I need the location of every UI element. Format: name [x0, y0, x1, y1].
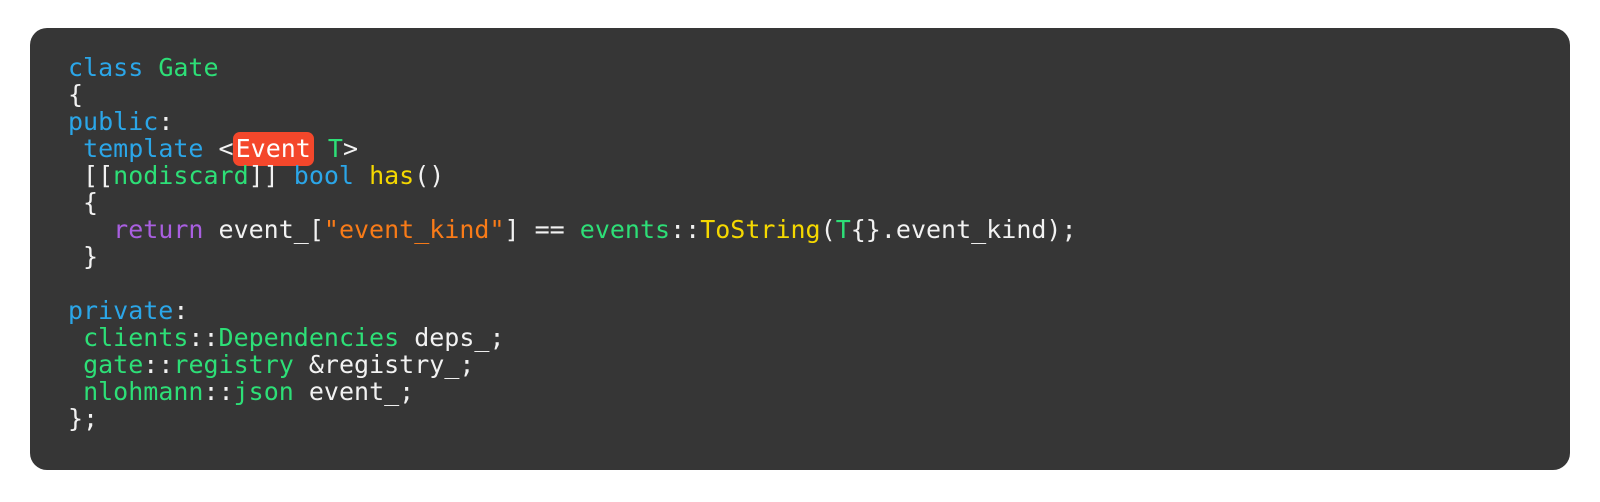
- code-token-keyword: template: [83, 134, 204, 163]
- code-line: {: [68, 81, 1560, 108]
- code-token-keyword: public: [68, 107, 159, 136]
- code-token-type: nlohmann: [83, 377, 204, 406]
- code-token-keyword: private: [68, 296, 174, 325]
- code-line: clients::Dependencies deps_;: [68, 324, 1560, 351]
- code-token-plain: <: [203, 134, 234, 163]
- code-content[interactable]: class Gate{public: template <Event T> [[…: [68, 54, 1560, 464]
- code-token-plain: {}.event_kind);: [850, 215, 1077, 244]
- code-block-card: class Gate{public: template <Event T> [[…: [30, 28, 1570, 470]
- code-token-plain: };: [68, 404, 99, 433]
- code-token-plain: {: [68, 188, 99, 217]
- code-token-type: T: [835, 215, 851, 244]
- code-line: public:: [68, 108, 1560, 135]
- code-token-string: "event_kind": [323, 215, 505, 244]
- code-token-control: return: [113, 215, 204, 244]
- code-token-plain: [[: [68, 161, 114, 190]
- code-token-plain: ::: [143, 350, 174, 379]
- code-token-plain: event_;: [293, 377, 415, 406]
- code-token-plain: :: [173, 296, 189, 325]
- code-token-type: Dependencies: [218, 323, 400, 352]
- code-token-plain: &registry_;: [293, 350, 475, 379]
- code-token-plain: >: [342, 134, 359, 163]
- code-token-plain: ::: [670, 215, 701, 244]
- code-line: return event_["event_kind"] == events::T…: [68, 216, 1560, 243]
- code-line: nlohmann::json event_;: [68, 378, 1560, 405]
- code-line: }: [68, 243, 1560, 270]
- code-token-type: clients: [83, 323, 189, 352]
- code-line: };: [68, 405, 1560, 432]
- code-token-plain: deps_;: [399, 323, 505, 352]
- code-token-plain: (: [820, 215, 836, 244]
- code-token-plain: :: [158, 107, 174, 136]
- code-token-plain: event_[: [203, 215, 324, 244]
- code-line: private:: [68, 297, 1560, 324]
- code-token-plain: ]]: [248, 161, 294, 190]
- code-token-keyword: bool: [293, 161, 354, 190]
- code-token-type: T: [327, 134, 343, 163]
- code-token-plain: ::: [188, 323, 219, 352]
- code-token-plain: }: [68, 242, 99, 271]
- code-token-type: Gate: [158, 53, 219, 82]
- code-token-type: events: [579, 215, 671, 244]
- code-token-plain: ] ==: [504, 215, 580, 244]
- code-token-type: nodiscard: [113, 161, 249, 190]
- code-token-type: json: [233, 377, 294, 406]
- code-token-plain: {: [68, 80, 84, 109]
- code-line: class Gate: [68, 54, 1560, 81]
- code-token-function: has: [369, 161, 415, 190]
- code-token-keyword: class: [68, 53, 144, 82]
- code-line: {: [68, 189, 1560, 216]
- code-line: template <Event T>: [68, 132, 1560, 166]
- code-token-plain: (): [414, 161, 445, 190]
- code-token-type: registry: [173, 350, 294, 379]
- code-line: gate::registry &registry_;: [68, 351, 1560, 378]
- code-token-function: ToString: [700, 215, 821, 244]
- code-token-plain: ::: [203, 377, 234, 406]
- code-line: [[nodiscard]] bool has(): [68, 162, 1560, 189]
- code-token-type: gate: [83, 350, 144, 379]
